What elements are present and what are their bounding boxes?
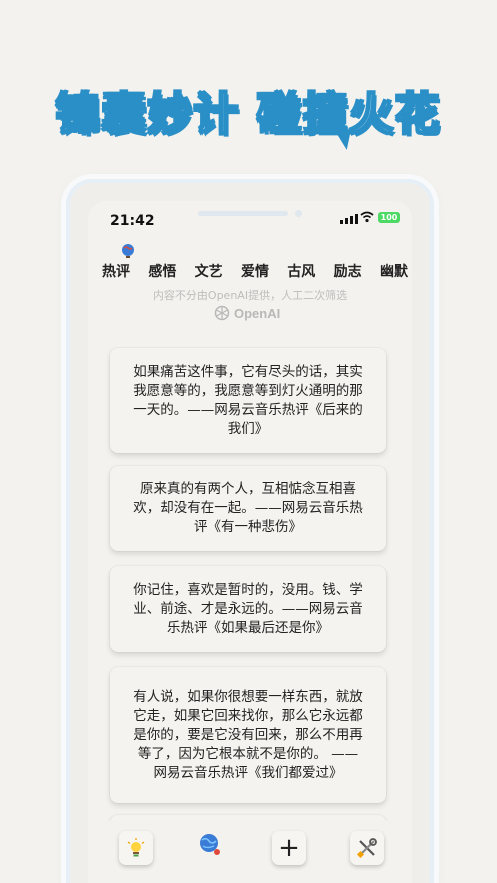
tab-love[interactable]: 爱情 (241, 261, 269, 281)
add-button[interactable]: + (272, 831, 306, 865)
globe-button[interactable] (193, 827, 227, 861)
globe-icon (200, 834, 220, 855)
wifi-icon (360, 211, 374, 223)
lightbulb-icon (127, 838, 145, 857)
source-notice: 内容不分由OpenAI提供，人工二次筛选 (152, 289, 348, 302)
quote-card[interactable]: 如果痛苦这件事，它有尽头的话，其实我愿意等的，我愿意等到灯火通明的那一天的。——… (110, 348, 386, 453)
tab-humor[interactable]: 幽默 (380, 261, 408, 281)
globe-indicator-icon (122, 244, 134, 258)
phone-frame: 21:42 100 热评 感悟 文艺 爱情 古风 励志 幽默 内容不分由Open… (70, 183, 430, 883)
quote-card[interactable]: 有人说，如果你很想要一样东西，就放它走，如果它回来找你，那么它永远都是你的，要是… (110, 667, 386, 803)
tab-ancient[interactable]: 古风 (287, 261, 315, 281)
tab-literary[interactable]: 文艺 (195, 261, 223, 281)
openai-label: OpenAI (234, 305, 281, 321)
bottom-toolbar: + (88, 821, 412, 883)
quote-card[interactable]: 你记住，喜欢是暂时的，没用。钱、学业、前途、才是永远的。——网易云音乐热评《如果… (110, 566, 386, 652)
battery-indicator: 100 (378, 212, 400, 223)
tab-motivation[interactable]: 励志 (334, 261, 362, 281)
headline: 锦囊妙计 碰撞火花 (55, 88, 442, 141)
tools-button[interactable] (350, 831, 384, 865)
lightbulb-button[interactable] (119, 831, 153, 865)
speech-tail-decoration (335, 128, 355, 152)
signal-icon (340, 214, 358, 224)
tools-icon (356, 838, 377, 859)
status-pill-decoration (198, 211, 288, 216)
category-tabs: 热评 感悟 文艺 爱情 古风 励志 幽默 (102, 261, 408, 281)
tab-insight[interactable]: 感悟 (148, 261, 176, 281)
quote-text: 你记住，喜欢是暂时的，没用。钱、学业、前途、才是永远的。——网易云音乐热评《如果… (133, 581, 363, 636)
openai-logo: OpenAI (214, 305, 280, 321)
app-screen: 21:42 100 热评 感悟 文艺 爱情 古风 励志 幽默 内容不分由Open… (88, 201, 412, 883)
quote-card[interactable]: 原来真的有两个人，互相惦念互相喜欢，却没有在一起。——网易云音乐热评《有一种悲伤… (110, 466, 386, 551)
openai-icon (214, 305, 230, 321)
plus-icon: + (278, 833, 300, 863)
status-time: 21:42 (110, 213, 155, 229)
quote-text: 有人说，如果你很想要一样东西，就放它走，如果它回来找你，那么它永远都是你的，要是… (133, 688, 363, 781)
tab-hot-comments[interactable]: 热评 (102, 261, 130, 281)
status-dot-decoration (295, 210, 302, 217)
quote-text: 原来真的有两个人，互相惦念互相喜欢，却没有在一起。——网易云音乐热评《有一种悲伤… (133, 481, 363, 535)
quote-text: 如果痛苦这件事，它有尽头的话，其实我愿意等的，我愿意等到灯火通明的那一天的。——… (133, 363, 363, 437)
